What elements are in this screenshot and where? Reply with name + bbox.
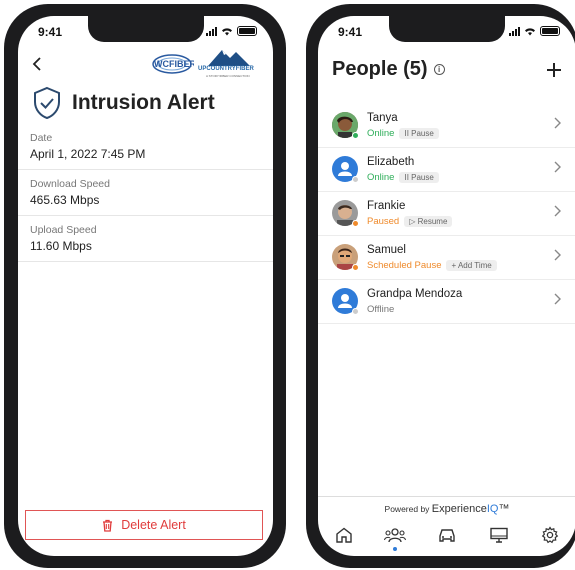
home-icon (336, 527, 352, 543)
person-name: Grandpa Mendoza (367, 288, 463, 300)
chevron-right-icon (554, 248, 562, 266)
alert-screen: 9:41 WCFIBER UPCOUNTRYFIBER A STORY/FIBE… (18, 16, 273, 556)
status-dot (352, 264, 359, 271)
date-label: Date (30, 132, 53, 144)
plus-icon (547, 63, 561, 77)
people-header: People (5) i (332, 58, 445, 81)
signal-icon (509, 26, 520, 36)
status-dot (352, 220, 359, 227)
download-speed-label: Download Speed (30, 178, 110, 190)
status-time: 9:41 (38, 25, 63, 39)
upload-speed-value: 11.60 Mbps (30, 239, 92, 253)
add-person-button[interactable] (546, 54, 562, 85)
chevron-right-icon (554, 292, 562, 310)
download-speed-value: 465.63 Mbps (30, 193, 100, 207)
person-row-grandpa-mendoza[interactable]: Grandpa Mendoza Offline (318, 280, 575, 324)
tab-devices[interactable] (487, 523, 511, 547)
person-name: Frankie (367, 200, 406, 212)
status-dot (352, 132, 359, 139)
status-dot (352, 176, 359, 183)
status-time: 9:41 (338, 25, 363, 39)
wifi-icon (222, 27, 232, 35)
page-title: Intrusion Alert (72, 91, 215, 114)
date-value: April 1, 2022 7:45 PM (30, 147, 146, 161)
people-icon (384, 528, 407, 543)
signal-icon (206, 26, 217, 36)
tab-people[interactable] (383, 523, 407, 551)
back-chevron-icon[interactable] (32, 54, 42, 77)
page-title: People (5) (332, 58, 428, 80)
upload-speed-label: Upload Speed (30, 224, 97, 236)
pause-button[interactable]: II Pause (399, 172, 439, 183)
person-status: Offline (367, 304, 395, 315)
status-dot (352, 308, 359, 315)
wcfiber-logo: WCFIBER (150, 50, 196, 80)
tab-bar (318, 520, 575, 551)
upcountryfiber-logo: UPCOUNTRYFIBER A STORY/FIBER CONNECTION (198, 46, 260, 82)
upload-speed-field: Upload Speed 11.60 Mbps (18, 216, 273, 262)
brand-logo: ExperienceIQ™ (431, 503, 510, 515)
play-icon: ▷ (409, 217, 418, 226)
person-name: Elizabeth (367, 156, 415, 168)
delete-alert-button[interactable]: Delete Alert (25, 510, 263, 540)
people-screen: 9:41 People (5) i Tanya Online II Pause (318, 16, 575, 556)
gear-icon (541, 526, 559, 544)
chevron-right-icon (554, 204, 562, 222)
shield-check-icon (34, 86, 60, 120)
delete-alert-label: Delete Alert (121, 518, 186, 532)
date-field: Date April 1, 2022 7:45 PM (18, 124, 273, 170)
person-row-samuel[interactable]: Samuel Scheduled Pause + Add Time (318, 236, 575, 280)
person-status: Online (367, 172, 395, 183)
person-row-elizabeth[interactable]: Elizabeth Online II Pause (318, 148, 575, 192)
person-name: Samuel (367, 244, 406, 256)
monitor-icon (489, 527, 508, 543)
battery-icon (540, 26, 560, 36)
download-speed-field: Download Speed 465.63 Mbps (18, 170, 273, 216)
svg-text:WCFIBER: WCFIBER (154, 59, 194, 69)
wifi-icon (525, 27, 535, 35)
resume-button[interactable]: ▷ Resume (404, 216, 453, 227)
pause-button[interactable]: II Pause (399, 128, 439, 139)
tab-car[interactable] (435, 523, 459, 547)
tab-settings[interactable] (538, 523, 562, 547)
car-icon (439, 529, 455, 542)
alert-header: Intrusion Alert (32, 86, 215, 120)
battery-icon (237, 26, 257, 36)
add-time-button[interactable]: + Add Time (446, 260, 497, 271)
person-status: Scheduled Pause (367, 260, 442, 271)
powered-by-footer: Powered by ExperienceIQ™ (318, 496, 575, 515)
person-row-tanya[interactable]: Tanya Online II Pause (318, 104, 575, 148)
right-phone-frame: 9:41 People (5) i Tanya Online II Pause (306, 4, 575, 568)
person-row-frankie[interactable]: Frankie Paused ▷ Resume (318, 192, 575, 236)
person-status: Paused (367, 216, 400, 227)
left-phone-frame: 9:41 WCFIBER UPCOUNTRYFIBER A STORY/FIBE… (4, 4, 286, 568)
active-tab-indicator (393, 547, 398, 551)
chevron-right-icon (554, 160, 562, 178)
status-bar: 9:41 (18, 25, 273, 41)
trash-icon (103, 519, 113, 532)
powered-by-label: Powered by (384, 504, 430, 514)
info-icon[interactable]: i (433, 64, 445, 75)
chevron-right-icon (554, 116, 562, 134)
status-bar: 9:41 (318, 25, 575, 41)
person-status: Online (367, 128, 395, 139)
tab-home[interactable] (332, 523, 356, 547)
person-name: Tanya (367, 112, 398, 124)
